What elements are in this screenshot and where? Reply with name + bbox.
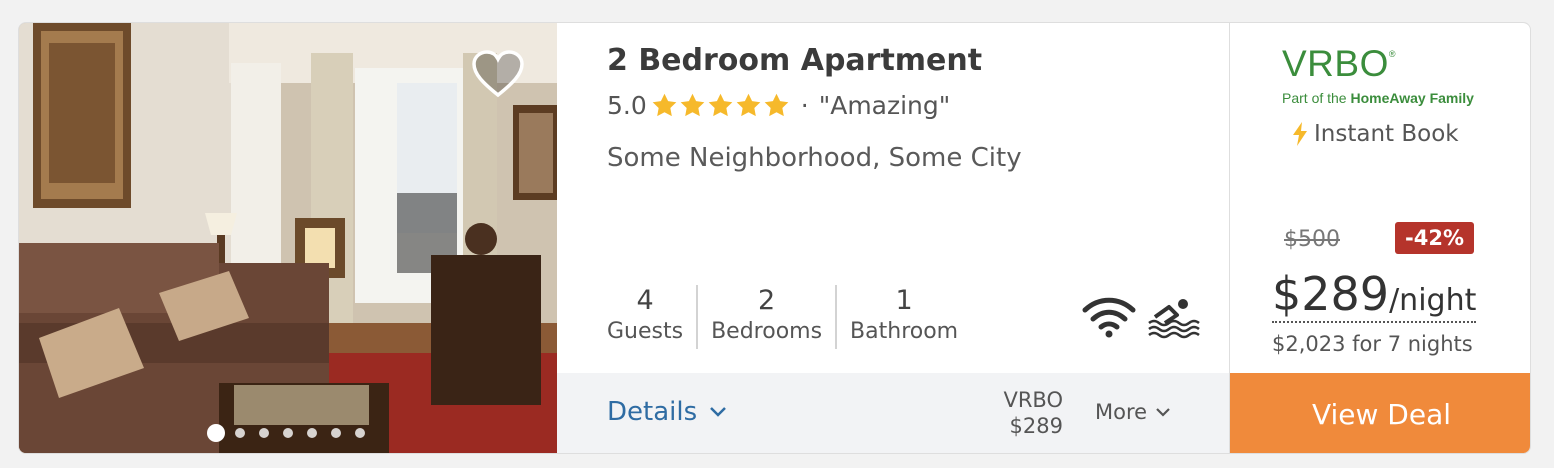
provider-name: VRBO [1003,388,1063,412]
provider-price: $289 [1009,414,1063,438]
hotel-result-card: 2 Bedroom Apartment 5.0 · "Amazing" Some… [18,22,1531,454]
discount-badge: -42% [1395,222,1474,254]
original-price: $500 [1284,227,1340,252]
star-icon [764,93,789,117]
carousel-dot[interactable] [235,428,245,438]
review-label: "Amazing" [818,91,951,120]
stat-value: 2 [757,285,776,316]
stat-value: 4 [636,285,654,316]
more-deals-toggle[interactable]: More [1095,400,1171,424]
carousel-dot[interactable] [355,428,365,438]
listing-title[interactable]: 2 Bedroom Apartment [607,43,982,78]
pool-icon [1148,299,1200,339]
stat-bedrooms: 2 Bedrooms [696,285,835,349]
chevron-down-icon [710,407,727,417]
stat-label: Bedrooms [711,319,823,344]
stat-label: Guests [607,319,684,344]
lightning-bolt-icon [1293,122,1307,146]
carousel-dot[interactable] [331,428,341,438]
listing-location: Some Neighborhood, Some City [607,143,1022,173]
nightly-price[interactable]: $289/night [1272,267,1477,323]
carousel-dot[interactable] [259,428,269,438]
instant-book: Instant Book [1292,121,1459,147]
view-deal-button[interactable]: View Deal [1230,373,1530,453]
carousel-dot[interactable] [207,424,225,442]
stat-guests: 4 Guests [607,285,696,349]
listing-photo[interactable] [19,23,557,453]
rating-row: 5.0 · "Amazing" [607,91,950,120]
vrbo-logo: VRBO® [1282,43,1396,85]
room-stats: 4 Guests 2 Bedrooms 1 Bathroom [607,285,971,349]
rating-score: 5.0 [607,91,647,120]
more-label: More [1095,400,1148,424]
star-icon [652,93,677,117]
heart-icon[interactable] [471,50,525,100]
listing-info: 2 Bedroom Apartment 5.0 · "Amazing" Some… [557,23,1229,453]
instant-book-label: Instant Book [1314,121,1459,147]
carousel-dot[interactable] [283,428,293,438]
rating-separator: · [800,91,809,120]
stat-value: 1 [895,285,913,316]
price-amount: $289 [1272,267,1390,321]
brand-tagline-family: HomeAway Family [1350,90,1474,106]
provider-price-summary[interactable]: VRBO $289 [1003,387,1063,439]
carousel-dot[interactable] [307,428,317,438]
total-price: $2,023 for 7 nights [1272,332,1473,356]
stat-bathrooms: 1 Bathroom [835,285,971,349]
brand-name: VRBO [1282,43,1389,84]
listing-footer: Details VRBO $289 More [557,373,1229,453]
star-icon [736,93,761,117]
star-icon [680,93,705,117]
price-unit: /night [1389,283,1477,318]
price-panel: VRBO® Part of the HomeAway Family Instan… [1229,23,1530,453]
star-rating [651,92,791,119]
stat-label: Bathroom [850,319,959,344]
brand-tagline: Part of the HomeAway Family [1282,90,1474,106]
chevron-down-icon [1156,407,1170,417]
registered-mark: ® [1388,49,1396,59]
details-label: Details [607,397,698,427]
star-icon [708,93,733,117]
photo-carousel-dots[interactable] [207,424,379,442]
brand-tagline-prefix: Part of the [1282,90,1351,106]
details-toggle[interactable]: Details [607,397,727,427]
wifi-icon [1082,297,1136,338]
